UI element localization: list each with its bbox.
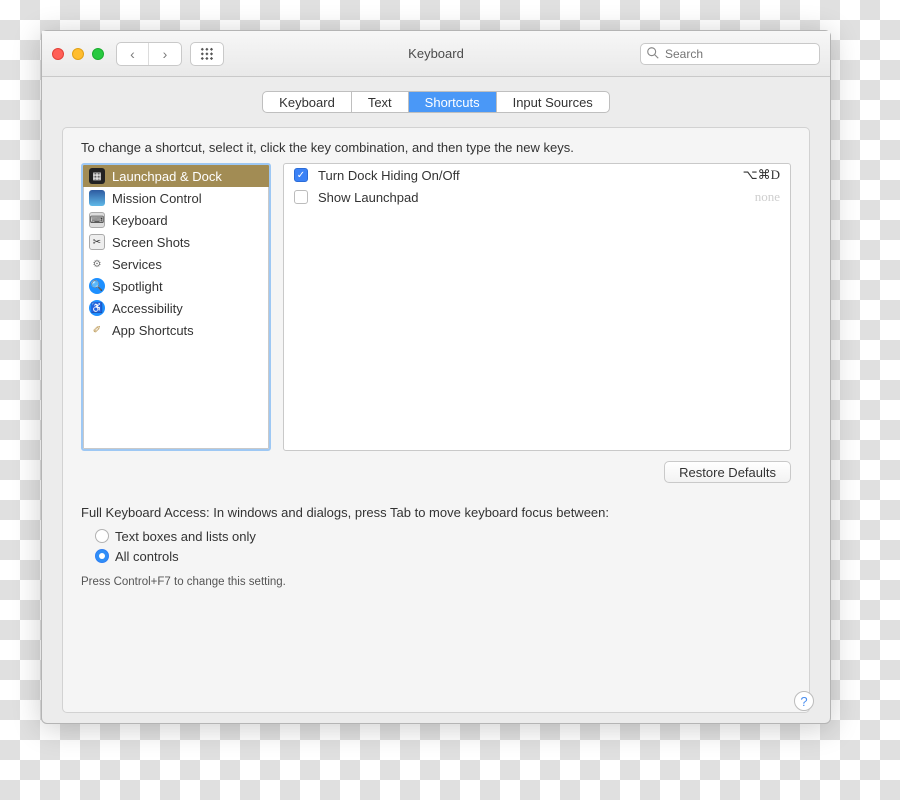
spotlight-icon: 🔍 bbox=[89, 278, 105, 294]
tab-keyboard[interactable]: Keyboard bbox=[263, 92, 352, 112]
back-button[interactable]: ‹ bbox=[117, 43, 149, 65]
fka-hint: Press Control+F7 to change this setting. bbox=[81, 576, 791, 588]
category-label: Screen Shots bbox=[112, 235, 190, 250]
accessibility-icon: ♿ bbox=[89, 300, 105, 316]
fka-radio-group: Text boxes and lists only All controls bbox=[95, 526, 791, 566]
nav-segment: ‹ › bbox=[116, 42, 182, 66]
category-services[interactable]: ⚙ Services bbox=[83, 253, 269, 275]
tab-input-sources[interactable]: Input Sources bbox=[497, 92, 609, 112]
minimize-icon[interactable] bbox=[72, 48, 84, 60]
radio-text-boxes-only[interactable]: Text boxes and lists only bbox=[95, 526, 791, 546]
radio-label: Text boxes and lists only bbox=[115, 529, 256, 544]
category-label: App Shortcuts bbox=[112, 323, 194, 338]
category-launchpad-dock[interactable]: ▦ Launchpad & Dock bbox=[83, 165, 269, 187]
radio-label: All controls bbox=[115, 549, 179, 564]
services-icon: ⚙ bbox=[89, 256, 105, 272]
keyboard-icon: ⌨ bbox=[89, 212, 105, 228]
category-screen-shots[interactable]: ✂ Screen Shots bbox=[83, 231, 269, 253]
radio-icon bbox=[95, 529, 109, 543]
search-icon bbox=[646, 46, 660, 60]
titlebar: ‹ › Keyboard bbox=[42, 31, 830, 77]
category-label: Mission Control bbox=[112, 191, 202, 206]
radio-icon bbox=[95, 549, 109, 563]
category-label: Launchpad & Dock bbox=[112, 169, 222, 184]
close-icon[interactable] bbox=[52, 48, 64, 60]
search-field-wrap bbox=[640, 43, 820, 65]
help-button[interactable]: ? bbox=[794, 691, 814, 711]
preferences-window: ‹ › Keyboard Keyboard Text Shortcuts Inp… bbox=[41, 30, 831, 724]
shortcut-row[interactable]: Show Launchpad none bbox=[284, 186, 790, 208]
tab-text[interactable]: Text bbox=[352, 92, 409, 112]
category-label: Services bbox=[112, 257, 162, 272]
category-keyboard[interactable]: ⌨ Keyboard bbox=[83, 209, 269, 231]
category-label: Accessibility bbox=[112, 301, 183, 316]
category-accessibility[interactable]: ♿ Accessibility bbox=[83, 297, 269, 319]
category-label: Keyboard bbox=[112, 213, 168, 228]
apps-icon: ✐ bbox=[89, 322, 105, 338]
instruction-text: To change a shortcut, select it, click t… bbox=[81, 140, 791, 155]
category-label: Spotlight bbox=[112, 279, 163, 294]
forward-button[interactable]: › bbox=[149, 43, 181, 65]
search-input[interactable] bbox=[640, 43, 820, 65]
shortcut-row[interactable]: ✓ Turn Dock Hiding On/Off ⌥⌘D bbox=[284, 164, 790, 186]
shortcut-keys[interactable]: none bbox=[755, 189, 780, 205]
radio-all-controls[interactable]: All controls bbox=[95, 546, 791, 566]
shortcut-name: Turn Dock Hiding On/Off bbox=[318, 168, 733, 183]
tab-bar: Keyboard Text Shortcuts Input Sources bbox=[262, 91, 610, 113]
grid-icon bbox=[200, 47, 214, 61]
window-body: Keyboard Text Shortcuts Input Sources To… bbox=[42, 77, 830, 723]
zoom-icon[interactable] bbox=[92, 48, 104, 60]
category-list[interactable]: ▦ Launchpad & Dock Mission Control ⌨ Key… bbox=[81, 163, 271, 451]
category-spotlight[interactable]: 🔍 Spotlight bbox=[83, 275, 269, 297]
shortcuts-panel: To change a shortcut, select it, click t… bbox=[62, 127, 810, 713]
full-keyboard-access-label: Full Keyboard Access: In windows and dia… bbox=[81, 505, 791, 520]
screenshot-icon: ✂ bbox=[89, 234, 105, 250]
mission-control-icon bbox=[89, 190, 105, 206]
shortcut-keys[interactable]: ⌥⌘D bbox=[743, 167, 780, 183]
show-all-button[interactable] bbox=[190, 42, 224, 66]
shortcut-checkbox[interactable]: ✓ bbox=[294, 168, 308, 182]
shortcut-list[interactable]: ✓ Turn Dock Hiding On/Off ⌥⌘D Show Launc… bbox=[283, 163, 791, 451]
launchpad-icon: ▦ bbox=[89, 168, 105, 184]
traffic-lights bbox=[52, 48, 104, 60]
tab-shortcuts[interactable]: Shortcuts bbox=[409, 92, 497, 112]
shortcut-name: Show Launchpad bbox=[318, 190, 745, 205]
columns: ▦ Launchpad & Dock Mission Control ⌨ Key… bbox=[81, 163, 791, 451]
category-mission-control[interactable]: Mission Control bbox=[83, 187, 269, 209]
category-app-shortcuts[interactable]: ✐ App Shortcuts bbox=[83, 319, 269, 341]
shortcut-checkbox[interactable] bbox=[294, 190, 308, 204]
restore-defaults-button[interactable]: Restore Defaults bbox=[664, 461, 791, 483]
